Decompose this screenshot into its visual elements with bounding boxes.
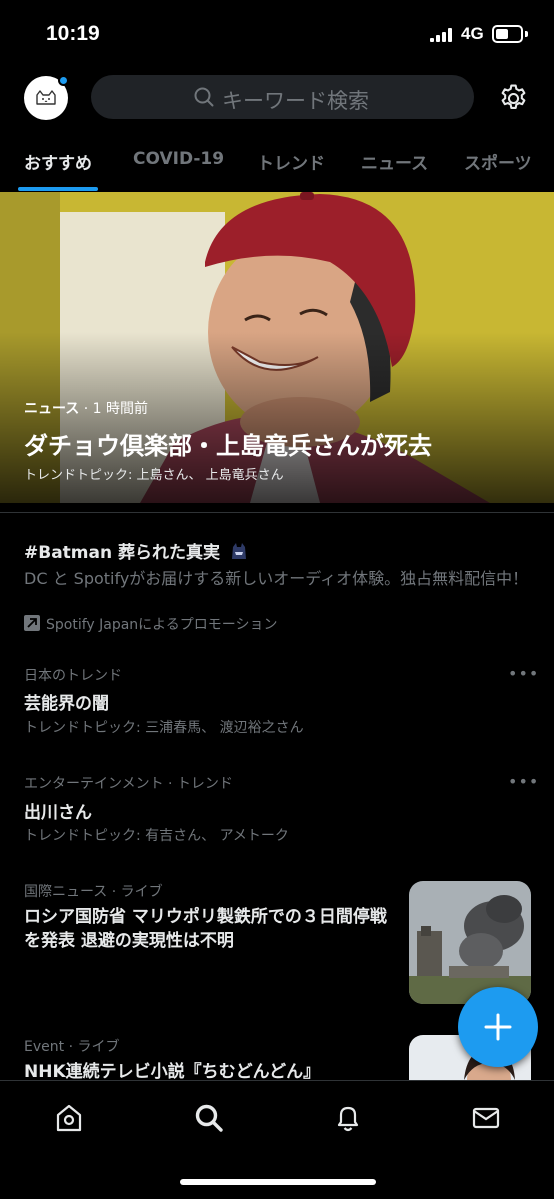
gear-icon[interactable]	[498, 83, 529, 114]
network-type: 4G	[461, 24, 484, 43]
search-nav-icon[interactable]	[194, 1103, 224, 1133]
more-icon[interactable]: •••	[508, 772, 539, 791]
more-icon[interactable]: •••	[508, 664, 539, 683]
tab-indicator	[18, 187, 98, 191]
promoted-icon	[24, 615, 40, 631]
hero-time: · 1 時間前	[83, 401, 149, 417]
news-meta: 国際ニュース · ライブ	[24, 884, 163, 900]
trend-category: エンターテインメント · トレンド	[24, 776, 233, 792]
home-icon[interactable]	[54, 1103, 84, 1133]
bell-icon[interactable]	[333, 1103, 363, 1133]
plus-icon	[484, 1013, 512, 1041]
hero-title: ダチョウ倶楽部・上島竜兵さんが死去	[24, 432, 432, 460]
promoted-by[interactable]: Spotify Japanによるプロモーション	[24, 614, 277, 634]
signal-icon	[430, 28, 454, 42]
batman-emoji-icon	[231, 543, 246, 559]
news-meta: Event · ライブ	[24, 1039, 120, 1055]
trend-subtitle: トレンドトピック: 有吉さん、 アメトーク	[24, 828, 289, 844]
promo-title[interactable]: #Batman 葬られた真実	[24, 538, 248, 563]
compose-button[interactable]	[458, 987, 538, 1067]
notification-dot	[58, 75, 69, 86]
news-title[interactable]: ロシア国防省 マリウポリ製鉄所での３日間停戦を発表 退避の実現性は不明	[24, 905, 396, 953]
hero-news-card[interactable]: ニュース · 1 時間前 ダチョウ倶楽部・上島竜兵さんが死去 トレンドトピック:…	[0, 192, 554, 503]
news-thumbnail[interactable]	[409, 881, 531, 1004]
divider	[0, 512, 554, 513]
hero-category: ニュース	[24, 401, 80, 417]
avatar-cat-icon	[36, 90, 56, 105]
mail-icon[interactable]	[471, 1103, 501, 1133]
tab-sports[interactable]: スポーツ	[464, 149, 532, 174]
hero-meta: ニュース · 1 時間前	[24, 398, 148, 418]
battery-icon	[492, 25, 523, 43]
promo-description: DC と Spotifyがお届けする新しいオーディオ体験。独占無料配信中！	[24, 569, 529, 588]
status-bar: 10:19 4G	[0, 0, 554, 70]
trend-category: 日本のトレンド	[24, 668, 122, 684]
trend-subtitle: トレンドトピック: 三浦春馬、 渡辺裕之さん	[24, 720, 304, 736]
search-icon	[194, 87, 214, 107]
search-input[interactable]: キーワード検索	[91, 75, 474, 119]
tab-news[interactable]: ニュース	[361, 149, 428, 174]
tab-recommended[interactable]: おすすめ	[24, 149, 92, 174]
tab-trends[interactable]: トレンド	[257, 149, 325, 174]
hero-subtitle: トレンドトピック: 上島さん、 上島竜兵さん	[24, 468, 284, 483]
explore-tabs: おすすめ COVID-19 トレンド ニュース スポーツ	[0, 140, 554, 192]
trend-name[interactable]: 出川さん	[24, 798, 92, 823]
home-indicator	[180, 1179, 376, 1185]
status-time: 10:19	[46, 22, 100, 45]
trend-name[interactable]: 芸能界の闇	[24, 689, 109, 714]
tab-covid[interactable]: COVID-19	[133, 149, 224, 169]
search-placeholder: キーワード検索	[222, 89, 369, 113]
